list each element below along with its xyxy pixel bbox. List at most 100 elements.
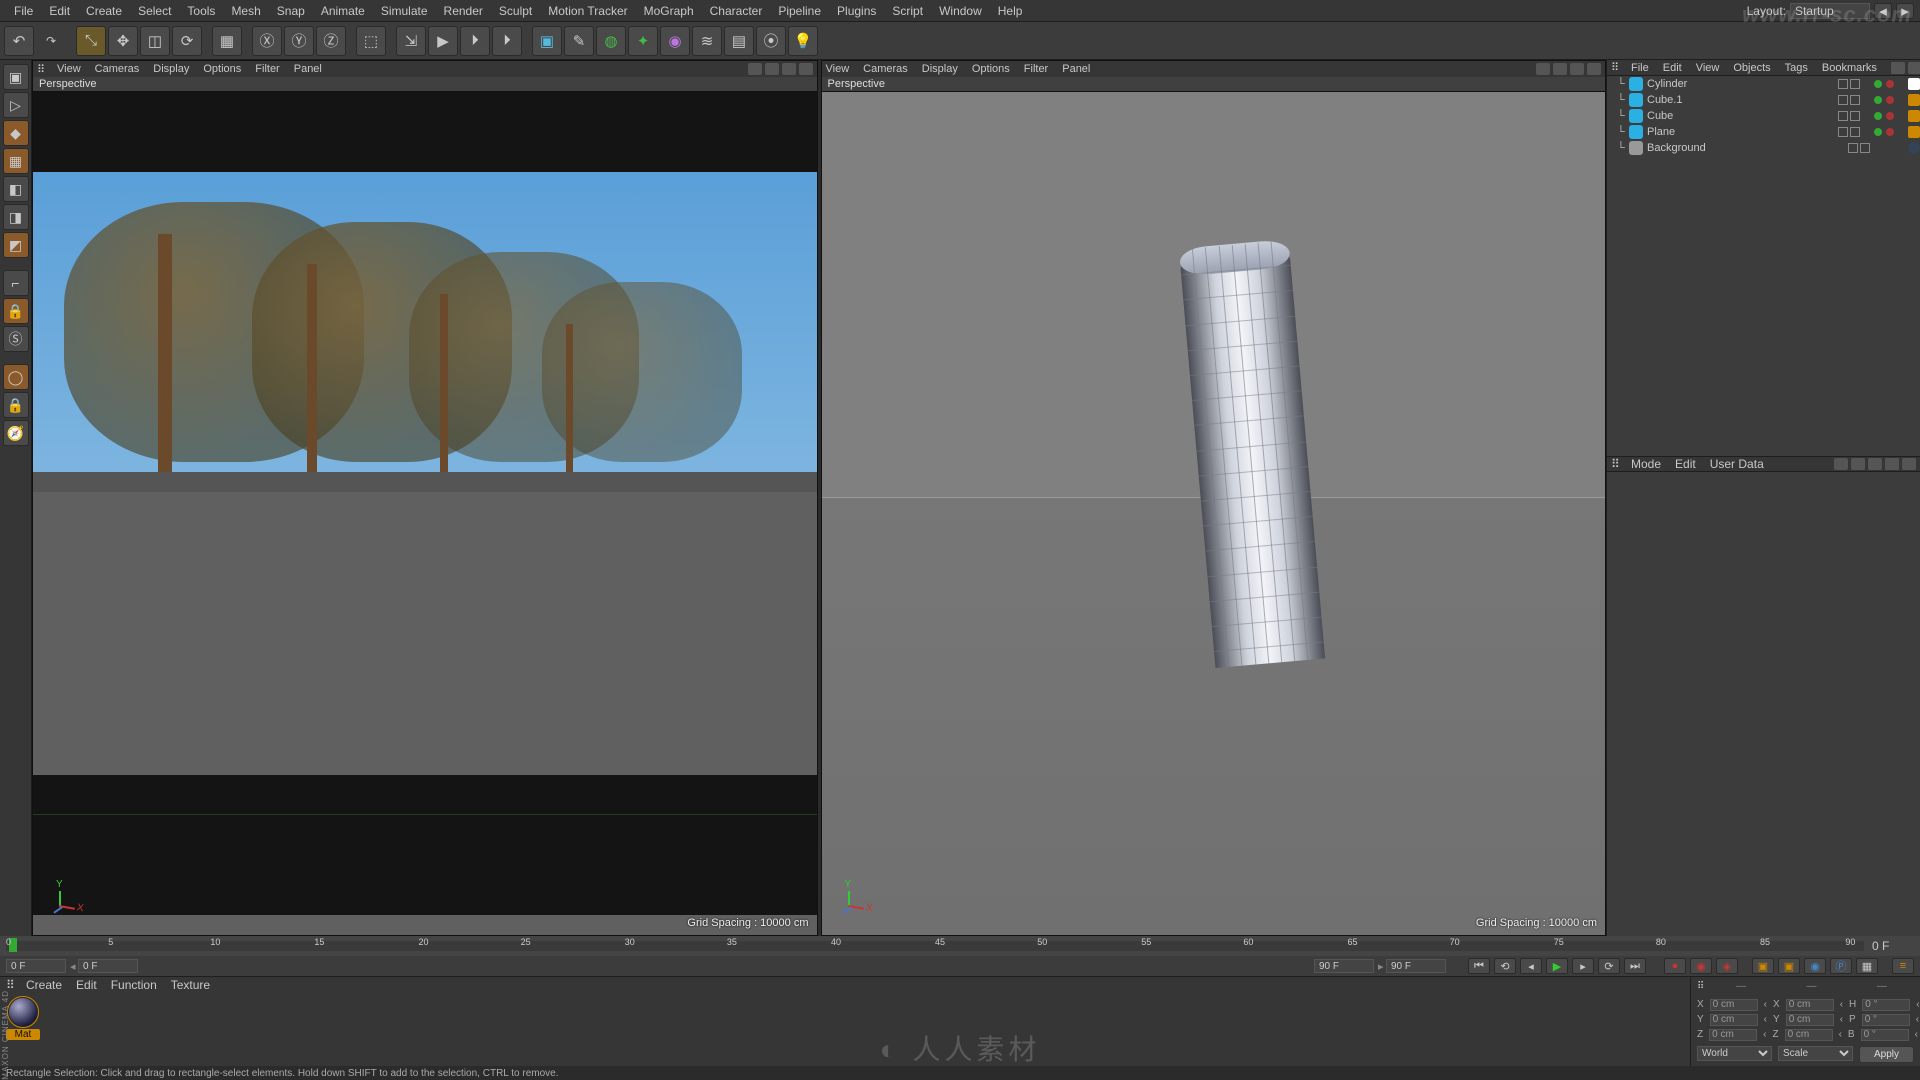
vp2-menu-cameras[interactable]: Cameras: [863, 63, 908, 75]
om-menu-objects[interactable]: Objects: [1733, 62, 1770, 74]
timeline-ruler[interactable]: 0 5 10 15 20 25 30 35 40 45 50 55 60 65 …: [0, 936, 1920, 956]
render-region-button[interactable]: ⏵: [492, 26, 522, 56]
axis-mode-button[interactable]: ⌐: [3, 270, 29, 296]
object-name[interactable]: Cube: [1647, 110, 1834, 122]
attr-more-icon[interactable]: [1885, 458, 1899, 470]
coord-pos-y-input[interactable]: [1710, 1014, 1758, 1026]
current-frame-input[interactable]: [78, 959, 138, 973]
tag-icon[interactable]: [1908, 110, 1920, 122]
goto-end-button[interactable]: ⏭: [1624, 958, 1646, 974]
menu-character[interactable]: Character: [702, 0, 771, 22]
menu-script[interactable]: Script: [884, 0, 931, 22]
coord-pos-z-input[interactable]: [1709, 1029, 1757, 1041]
key-pos-button[interactable]: ▣: [1752, 958, 1774, 974]
om-row-cylinder[interactable]: └ Cylinder: [1607, 76, 1920, 92]
attr-menu-edit[interactable]: Edit: [1675, 457, 1696, 471]
end-frame-input-2[interactable]: [1386, 959, 1446, 973]
select-tool[interactable]: ⤡: [76, 26, 106, 56]
vp-menu-cameras[interactable]: Cameras: [95, 63, 140, 75]
om-grip-icon[interactable]: ⠿: [1611, 61, 1617, 74]
step-fwd-button[interactable]: ⟳: [1598, 958, 1620, 974]
material-tag-icon[interactable]: [1908, 142, 1920, 154]
menu-file[interactable]: File: [6, 0, 41, 22]
object-name[interactable]: Cylinder: [1647, 78, 1834, 90]
menu-select[interactable]: Select: [130, 0, 179, 22]
render-view-button[interactable]: ⇲: [396, 26, 426, 56]
scale-tool[interactable]: ◫: [140, 26, 170, 56]
menu-tools[interactable]: Tools: [179, 0, 223, 22]
vp2-nav-zoom-icon[interactable]: [1570, 63, 1584, 75]
menu-mesh[interactable]: Mesh: [223, 0, 268, 22]
grip-icon[interactable]: ⠿: [37, 63, 43, 76]
autokey-button[interactable]: ◉: [1690, 958, 1712, 974]
timeline-menu-button[interactable]: ≡: [1892, 958, 1914, 974]
menu-edit[interactable]: Edit: [41, 0, 78, 22]
polygon-mode-button[interactable]: ◩: [3, 232, 29, 258]
record-button[interactable]: ●: [1664, 958, 1686, 974]
redo-icon[interactable]: ↷: [36, 26, 66, 56]
menu-help[interactable]: Help: [990, 0, 1031, 22]
step-back-button[interactable]: ⟲: [1494, 958, 1516, 974]
menu-simulate[interactable]: Simulate: [373, 0, 436, 22]
next-frame-button[interactable]: ▸: [1572, 958, 1594, 974]
attr-lock-icon[interactable]: [1868, 458, 1882, 470]
vp2-menu-view[interactable]: View: [826, 63, 850, 75]
axis-x-button[interactable]: Ⓧ: [252, 26, 282, 56]
attribute-manager[interactable]: [1607, 472, 1920, 936]
vp2-nav-pan-icon[interactable]: [1553, 63, 1567, 75]
render-settings-button[interactable]: ⏵: [460, 26, 490, 56]
prev-frame-button[interactable]: ◂: [1520, 958, 1542, 974]
menu-mograph[interactable]: MoGraph: [636, 0, 702, 22]
play-button[interactable]: ▶: [1546, 958, 1568, 974]
menu-snap[interactable]: Snap: [269, 0, 313, 22]
vp2-nav-frame-icon[interactable]: [1587, 63, 1601, 75]
axis-z-button[interactable]: Ⓩ: [316, 26, 346, 56]
add-deformer-button[interactable]: ✦: [628, 26, 658, 56]
vp-nav-frame-icon[interactable]: [799, 63, 813, 75]
key-param-button[interactable]: Ⓟ: [1830, 958, 1852, 974]
texture-mode-button[interactable]: ◆: [3, 120, 29, 146]
layout-prev-icon[interactable]: ◂: [1874, 3, 1892, 19]
vp2-menu-filter[interactable]: Filter: [1024, 63, 1048, 75]
vp2-menu-display[interactable]: Display: [922, 63, 958, 75]
om-row-background[interactable]: └ Background: [1607, 140, 1920, 156]
last-tool[interactable]: ▦: [212, 26, 242, 56]
coord-rot-p-input[interactable]: [1862, 1014, 1910, 1026]
attr-nav-up-icon[interactable]: [1851, 458, 1865, 470]
menu-motion-tracker[interactable]: Motion Tracker: [540, 0, 635, 22]
move-tool[interactable]: ✥: [108, 26, 138, 56]
menu-pipeline[interactable]: Pipeline: [770, 0, 829, 22]
coord-size-y-input[interactable]: [1786, 1014, 1834, 1026]
om-row-cube[interactable]: └ Cube: [1607, 108, 1920, 124]
point-mode-button[interactable]: ◧: [3, 176, 29, 202]
mat-menu-create[interactable]: Create: [26, 978, 62, 992]
goto-start-button[interactable]: ⏮: [1468, 958, 1490, 974]
coord-size-x-input[interactable]: [1786, 999, 1834, 1011]
key-rot-button[interactable]: ◉: [1804, 958, 1826, 974]
light-button[interactable]: 💡: [788, 26, 818, 56]
object-name[interactable]: Background: [1647, 142, 1844, 154]
attr-nav-prev-icon[interactable]: [1834, 458, 1848, 470]
add-scene-button[interactable]: ⦿: [756, 26, 786, 56]
material-name[interactable]: Mat: [6, 1029, 40, 1040]
menu-animate[interactable]: Animate: [313, 0, 373, 22]
coord-rot-h-input[interactable]: [1862, 999, 1910, 1011]
om-menu-edit[interactable]: Edit: [1663, 62, 1682, 74]
menu-sculpt[interactable]: Sculpt: [491, 0, 540, 22]
key-scale-button[interactable]: ▣: [1778, 958, 1800, 974]
vp2-nav-orbit-icon[interactable]: [1536, 63, 1550, 75]
axis-y-button[interactable]: Ⓨ: [284, 26, 314, 56]
rotate-tool[interactable]: ⟳: [172, 26, 202, 56]
mat-menu-texture[interactable]: Texture: [171, 978, 210, 992]
object-name[interactable]: Cube.1: [1647, 94, 1834, 106]
vp-menu-filter[interactable]: Filter: [255, 63, 279, 75]
vp-menu-display[interactable]: Display: [153, 63, 189, 75]
key-pla-button[interactable]: ▦: [1856, 958, 1878, 974]
coord-size-z-input[interactable]: [1785, 1029, 1833, 1041]
add-spline-button[interactable]: ✎: [564, 26, 594, 56]
add-environment-button[interactable]: ◉: [660, 26, 690, 56]
vp-menu-view[interactable]: View: [57, 63, 81, 75]
om-filter-icon[interactable]: [1908, 62, 1920, 74]
snap-button[interactable]: Ⓢ: [3, 326, 29, 352]
object-name[interactable]: Plane: [1647, 126, 1834, 138]
